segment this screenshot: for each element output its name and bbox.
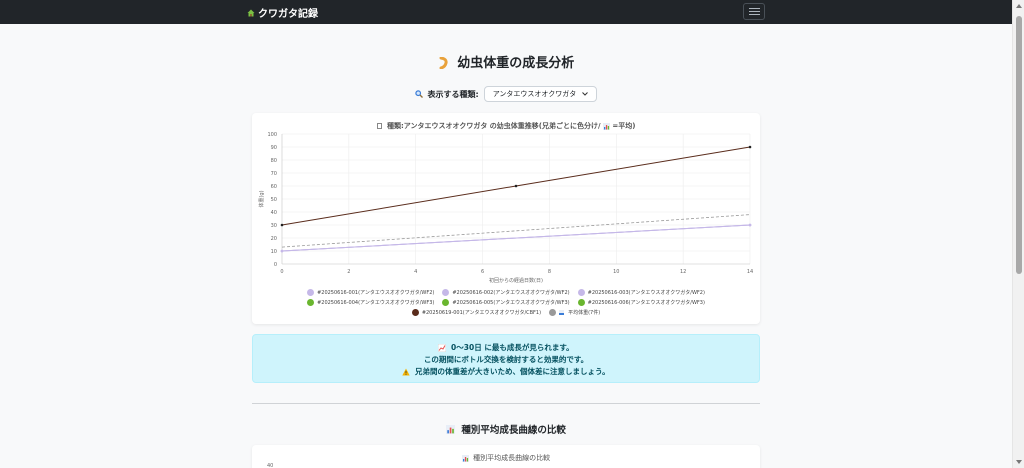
y-tick-label: 30 xyxy=(271,223,277,229)
growth-chart-card: 種類:アンタエウスオオクワガタ の幼虫体重推移(兄弟ごとに色分け/ =平均) 0… xyxy=(252,113,760,324)
chevron-down-icon xyxy=(582,92,589,96)
comparison-y-tick: 40 xyxy=(267,463,274,468)
legend-swatch xyxy=(577,298,585,306)
species-select[interactable]: アンタエウスオオクワガタ xyxy=(483,86,598,102)
legend-item[interactable]: 平均体重(7件) xyxy=(549,308,601,316)
series-line xyxy=(281,214,751,248)
scroll-up-arrow-icon[interactable] xyxy=(1016,4,1022,8)
brand-link[interactable]: クワガタ記録 xyxy=(247,5,318,20)
growth-advice-alert: 0〜30日 に最も成長が見られます。 この期間にボトル交換を検討すると効果的です… xyxy=(252,334,760,383)
legend-swatch xyxy=(442,288,450,296)
scrollbar-thumb[interactable] xyxy=(1016,16,1022,274)
page-scrollbar[interactable] xyxy=(1012,0,1024,468)
legend-item[interactable]: #20250616-006(アンタエウスオオクワガタ/WF3) xyxy=(577,298,705,306)
species-comparison-chart-card: 種別平均成長曲線の比較 40 xyxy=(252,445,760,468)
data-point xyxy=(748,223,752,227)
legend-item[interactable]: #20250619-001(アンタエウスオオクワガタ/CBF1) xyxy=(411,308,542,316)
legend-label: #20250619-001(アンタエウスオオクワガタ/CBF1) xyxy=(421,309,542,316)
legend-label: #20250616-003(アンタエウスオオクワガタ/WF2) xyxy=(587,289,705,296)
data-point xyxy=(748,145,752,149)
legend-item[interactable]: #20250616-004(アンタエウスオオクワガタ/WF3) xyxy=(307,298,435,306)
brand-text: クワガタ記録 xyxy=(258,9,318,20)
hamburger-icon xyxy=(748,8,760,9)
x-tick-label: 0 xyxy=(280,269,283,275)
x-tick-label: 8 xyxy=(548,269,551,275)
legend-item[interactable]: #20250616-005(アンタエウスオオクワガタ/WF3) xyxy=(442,298,570,306)
alert-line-3: 兄弟間の体重差が大きいため、個体差に注意しましょう。 xyxy=(253,366,759,378)
warning-icon xyxy=(402,368,411,376)
larva-icon xyxy=(439,56,448,69)
legend-row: #20250616-001(アンタエウスオオクワガタ/WF2) #20250616… xyxy=(252,287,760,297)
alert-line-2: この期間にボトル交換を検討すると効果的です。 xyxy=(423,355,589,364)
comparison-chart-title: 種別平均成長曲線の比較 xyxy=(252,453,760,463)
hamburger-menu-button[interactable] xyxy=(743,3,765,20)
y-tick-label: 20 xyxy=(271,236,277,242)
legend-swatch xyxy=(549,308,557,316)
house-icon xyxy=(247,9,255,16)
x-tick-label: 2 xyxy=(347,269,350,275)
x-axis-label: 初回からの経過日数(日) xyxy=(489,277,543,284)
y-tick-label: 80 xyxy=(271,158,277,164)
section-divider xyxy=(252,403,760,404)
data-point xyxy=(280,249,284,253)
legend-swatch xyxy=(442,298,450,306)
legend-row: #20250616-004(アンタエウスオオクワガタ/WF3) #20250616… xyxy=(252,297,760,307)
x-tick-label: 6 xyxy=(481,269,484,275)
x-tick-label: 4 xyxy=(414,269,417,275)
x-tick-label: 14 xyxy=(747,269,753,275)
alert-line-1-text: 0〜30日 に最も成長が見られます。 xyxy=(451,343,574,352)
section-title-comparison: 種別平均成長曲線の比較 xyxy=(0,422,1012,436)
legend-label: #20250616-006(アンタエウスオオクワガタ/WF3) xyxy=(587,299,705,306)
legend-label: #20250616-005(アンタエウスオオクワガタ/WF3) xyxy=(452,299,570,306)
y-tick-label: 100 xyxy=(267,132,277,138)
y-tick-label: 70 xyxy=(271,171,277,177)
chart-legend: #20250616-001(アンタエウスオオクワガタ/WF2) #20250616… xyxy=(252,287,760,317)
legend-item[interactable]: #20250616-001(アンタエウスオオクワガタ/WF2) xyxy=(307,288,435,296)
alert-line-1: 0〜30日 に最も成長が見られます。 xyxy=(253,342,759,354)
page-title-text: 幼虫体重の成長分析 xyxy=(457,56,575,71)
legend-swatch xyxy=(307,288,315,296)
legend-label: #20250616-001(アンタエウスオオクワガタ/WF2) xyxy=(317,289,435,296)
legend-item[interactable]: #20250616-002(アンタエウスオオクワガタ/WF2) xyxy=(442,288,570,296)
data-point xyxy=(514,184,518,188)
bar-chart-icon xyxy=(559,309,565,315)
legend-item[interactable]: #20250616-003(アンタエウスオオクワガタ/WF2) xyxy=(577,288,705,296)
scroll-down-arrow-icon[interactable] xyxy=(1016,460,1022,464)
x-tick-label: 10 xyxy=(613,269,619,275)
legend-row: #20250619-001(アンタエウスオオクワガタ/CBF1) 平均体重(7件) xyxy=(252,307,760,317)
y-tick-label: 0 xyxy=(274,262,277,268)
bar-chart-icon xyxy=(446,425,456,434)
bar-chart-icon xyxy=(461,454,469,462)
magnifier-icon xyxy=(415,90,423,98)
section-title-text: 種別平均成長曲線の比較 xyxy=(461,425,566,436)
y-tick-label: 90 xyxy=(271,145,277,151)
growth-line-chart: 0 10 20 30 40 50 60 70 80 90 100 0 2 4 6 8 10 12 14 初回からの経過… xyxy=(258,132,753,284)
legend-label: #20250616-002(アンタエウスオオクワガタ/WF2) xyxy=(452,289,570,296)
chart-up-icon xyxy=(438,344,447,352)
species-label-text: 表示する種類: xyxy=(427,89,479,99)
navbar: クワガタ記録 xyxy=(0,0,1012,24)
legend-swatch xyxy=(577,288,585,296)
page-title: 幼虫体重の成長分析 xyxy=(0,52,1012,71)
legend-swatch xyxy=(411,308,419,316)
comparison-chart-title-text: 種別平均成長曲線の比較 xyxy=(473,454,551,462)
legend-swatch xyxy=(307,298,315,306)
species-filter: 表示する種類: アンタエウスオオクワガタ xyxy=(0,86,1012,102)
x-tick-label: 12 xyxy=(680,269,686,275)
species-label: 表示する種類: xyxy=(415,89,479,100)
species-select-value: アンタエウスオオクワガタ xyxy=(492,90,577,98)
y-tick-label: 40 xyxy=(271,210,277,216)
y-axis-label: 体重(g) xyxy=(258,190,265,207)
alert-line-3-text: 兄弟間の体重差が大きいため、個体差に注意しましょう。 xyxy=(415,367,610,376)
data-point xyxy=(280,223,284,227)
y-tick-label: 10 xyxy=(271,249,277,255)
y-tick-label: 50 xyxy=(271,197,277,203)
y-tick-label: 60 xyxy=(271,184,277,190)
legend-label: #20250616-004(アンタエウスオオクワガタ/WF3) xyxy=(317,299,435,306)
legend-label: 平均体重(7件) xyxy=(568,309,601,316)
